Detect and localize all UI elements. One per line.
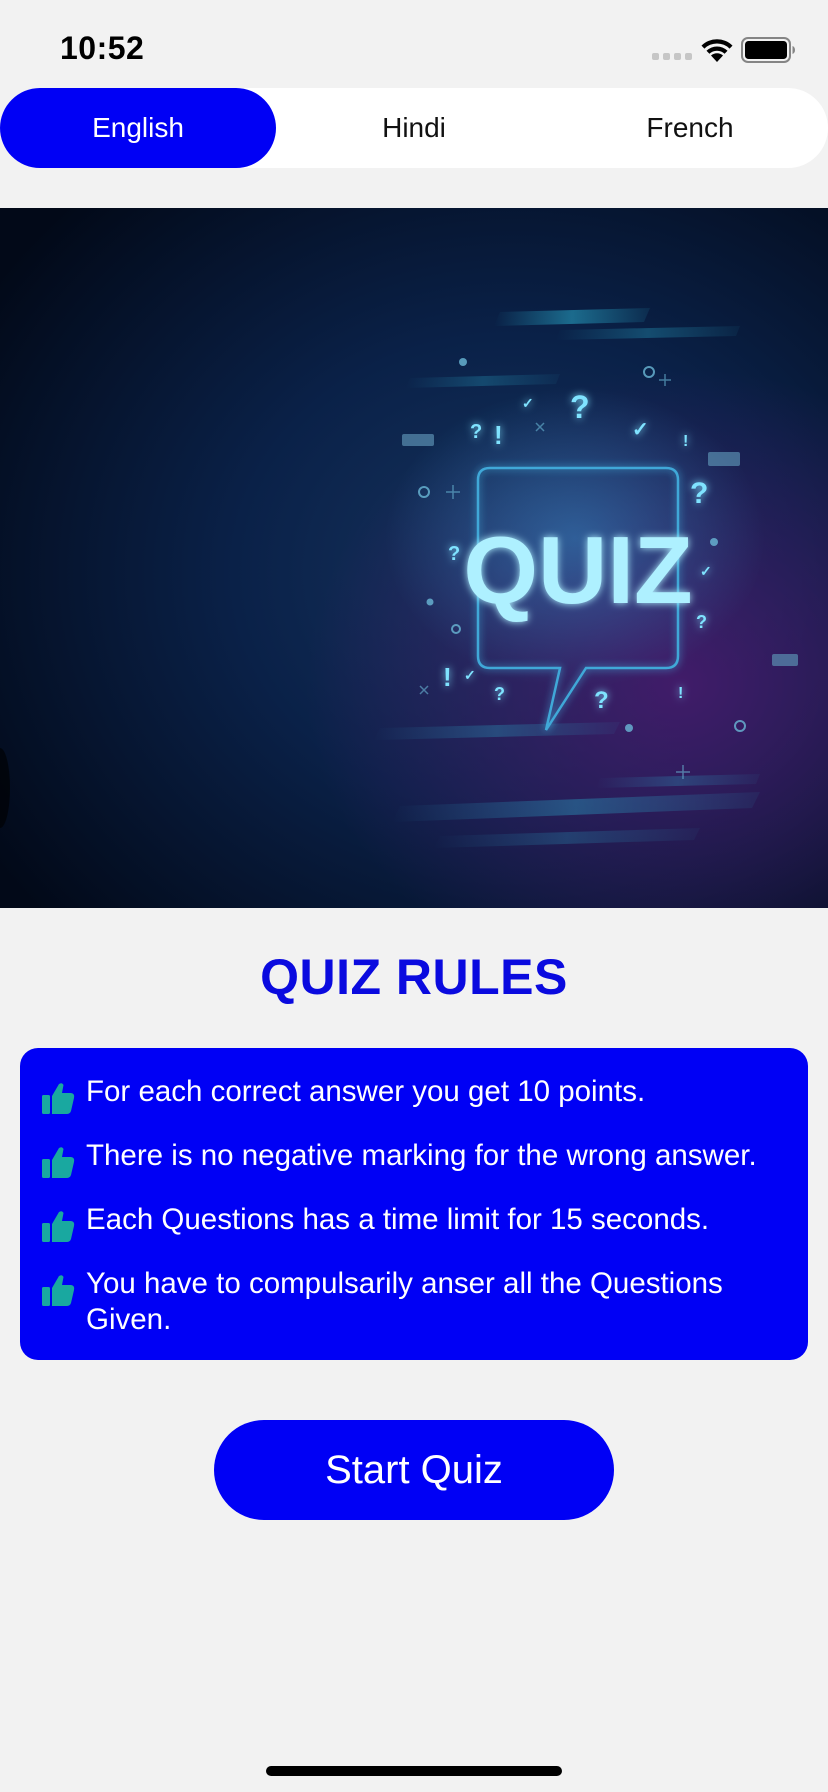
battery-icon	[741, 37, 795, 63]
thumbs-up-icon	[42, 1275, 75, 1306]
rules-card: For each correct answer you get 10 point…	[20, 1048, 808, 1360]
start-quiz-button[interactable]: Start Quiz	[214, 1420, 614, 1520]
svg-text:!: !	[683, 433, 688, 450]
svg-text:?: ?	[570, 389, 590, 425]
cellular-signal-icon	[652, 53, 692, 60]
rule-item: You have to compulsarily anser all the Q…	[40, 1266, 804, 1338]
quiz-home-screen: 10:52 English Hindi French QUIZ ? ? ? ? …	[0, 0, 828, 1792]
rule-item: Each Questions has a time limit for 15 s…	[40, 1202, 804, 1244]
hero-quiz-text: QUIZ	[463, 517, 692, 624]
tab-hindi[interactable]: Hindi	[276, 88, 552, 168]
quiz-hero-image: QUIZ ? ? ? ? ? ? ? ! ! ! ! ✓ ✓ ✓ ✓	[0, 208, 828, 908]
svg-text:?: ?	[690, 477, 708, 510]
rule-item: There is no negative marking for the wro…	[40, 1138, 804, 1180]
svg-text:✓: ✓	[632, 419, 649, 441]
language-selector: English Hindi French	[0, 88, 828, 168]
rule-text: For each correct answer you get 10 point…	[86, 1075, 646, 1108]
home-indicator[interactable]	[266, 1766, 562, 1776]
tab-english[interactable]: English	[0, 88, 276, 168]
svg-text:!: !	[494, 420, 503, 450]
svg-text:✓: ✓	[700, 563, 712, 579]
status-time: 10:52	[60, 30, 145, 66]
svg-text:?: ?	[448, 543, 460, 565]
rule-text: There is no negative marking for the wro…	[86, 1139, 757, 1172]
rule-item: For each correct answer you get 10 point…	[40, 1074, 804, 1116]
thumbs-up-icon	[42, 1211, 75, 1242]
tab-french[interactable]: French	[552, 88, 828, 168]
svg-text:!: !	[678, 685, 683, 702]
rule-text: You have to compulsarily anser all the Q…	[86, 1267, 723, 1336]
svg-text:?: ?	[696, 612, 707, 632]
svg-text:?: ?	[470, 421, 482, 443]
svg-text:✓: ✓	[522, 395, 534, 411]
status-bar: 10:52	[0, 0, 828, 86]
thumbs-up-icon	[42, 1083, 75, 1114]
wifi-icon	[701, 39, 733, 62]
thumbs-up-icon	[42, 1147, 75, 1178]
svg-text:✓: ✓	[464, 667, 476, 683]
svg-text:?: ?	[594, 687, 609, 714]
rule-text: Each Questions has a time limit for 15 s…	[86, 1203, 710, 1236]
rules-title: QUIZ RULES	[260, 949, 568, 1005]
svg-text:!: !	[443, 662, 452, 692]
svg-text:?: ?	[494, 684, 505, 704]
